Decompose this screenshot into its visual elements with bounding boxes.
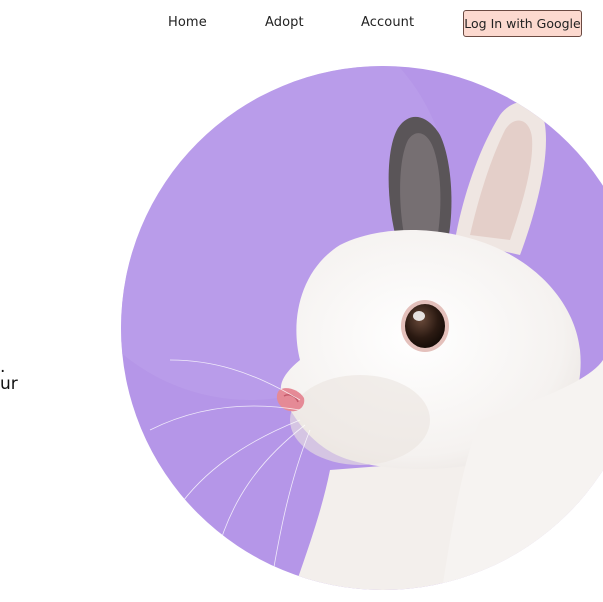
hero-text-fragment: ur [0, 374, 18, 394]
login-with-google-button[interactable]: Log In with Google [463, 10, 582, 37]
rabbit-photo [121, 66, 603, 590]
nav-link-adopt[interactable]: Adopt [265, 15, 304, 30]
nav-link-account[interactable]: Account [361, 15, 414, 30]
hero-image [121, 66, 603, 590]
nav-link-home[interactable]: Home [168, 15, 207, 30]
top-nav: Home Adopt Account Log In with Google [0, 0, 603, 46]
